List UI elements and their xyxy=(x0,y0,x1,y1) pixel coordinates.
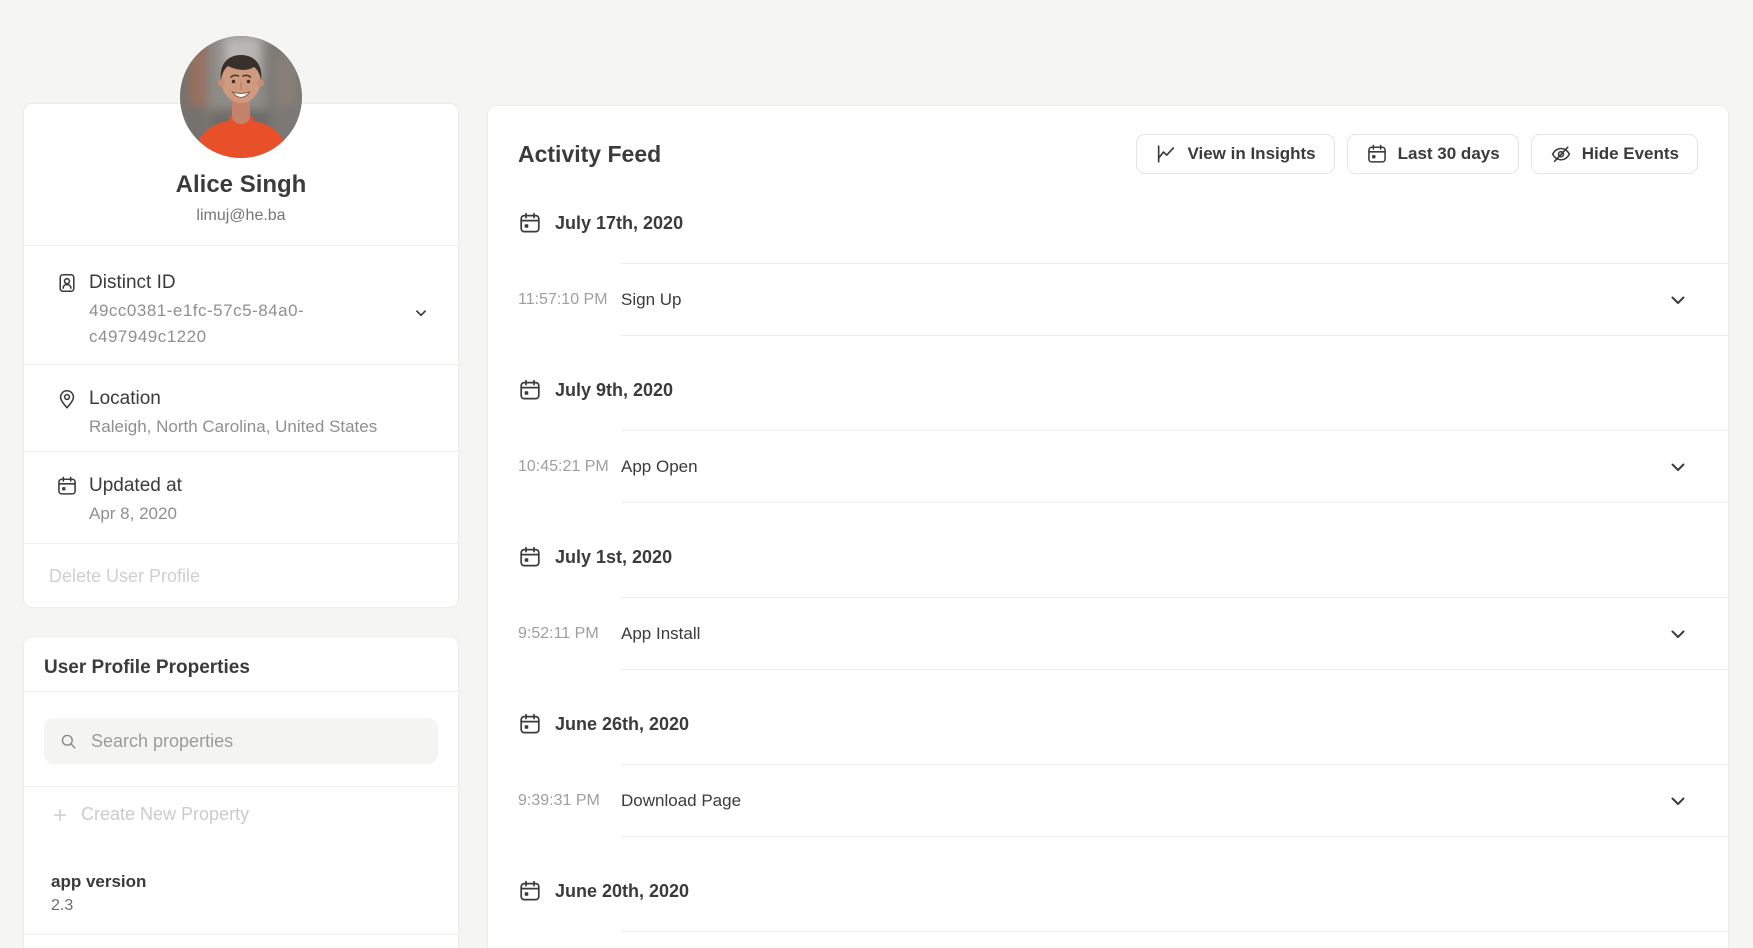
calendar-icon xyxy=(518,879,542,903)
event-row[interactable]: 10:45:21 PM App Open xyxy=(621,430,1728,503)
feed-date: July 9th, 2020 xyxy=(555,380,673,401)
property-name: app version xyxy=(51,871,438,892)
property-row[interactable]: app version 2.3 xyxy=(24,846,458,935)
calendar-icon xyxy=(518,378,542,402)
feed-date-header: July 1st, 2020 xyxy=(518,545,1698,569)
user-profile-properties-card: User Profile Properties Create New Prope… xyxy=(23,636,459,948)
feed-group: July 17th, 2020 11:57:10 PM Sign Up xyxy=(518,211,1698,336)
hide-events-label: Hide Events xyxy=(1582,144,1679,164)
distinct-id-label: Distinct ID xyxy=(89,271,354,294)
distinct-id-value: 49cc0381-e1fc-57c5-84a0-c497949c1220 xyxy=(89,298,354,350)
calendar-icon xyxy=(518,211,542,235)
event-time: 9:52:11 PM xyxy=(518,625,599,643)
calendar-icon xyxy=(518,712,542,736)
plus-icon xyxy=(51,806,69,824)
eye-off-icon xyxy=(1550,143,1572,165)
event-row[interactable]: 9:39:31 PM Download Page xyxy=(621,764,1728,837)
feed-date-header: June 26th, 2020 xyxy=(518,712,1698,736)
last-30-days-button[interactable]: Last 30 days xyxy=(1347,134,1519,174)
user-name: Alice Singh xyxy=(24,170,458,200)
detail-row-updated-at: Updated at Apr 8, 2020 xyxy=(24,451,458,543)
user-profile-card: Alice Singh limuj@he.ba Distinct ID 49cc… xyxy=(23,103,459,608)
calendar-icon xyxy=(56,475,78,497)
chevron-down-icon[interactable] xyxy=(1666,622,1690,646)
create-new-property-button[interactable]: Create New Property xyxy=(24,786,458,846)
location-pin-icon xyxy=(56,388,78,410)
feed-date: July 1st, 2020 xyxy=(555,547,672,568)
feed-date: June 26th, 2020 xyxy=(555,714,689,735)
feed-date: July 17th, 2020 xyxy=(555,213,683,234)
feed-group: July 9th, 2020 10:45:21 PM App Open xyxy=(518,378,1698,503)
feed-date: June 20th, 2020 xyxy=(555,881,689,902)
search-icon xyxy=(59,732,78,751)
event-name: Sign Up xyxy=(621,290,681,310)
event-time: 10:45:21 PM xyxy=(518,458,609,476)
id-badge-icon xyxy=(56,272,78,294)
event-row[interactable] xyxy=(621,931,1728,948)
chevron-down-icon[interactable] xyxy=(1666,455,1690,479)
location-label: Location xyxy=(89,387,377,410)
event-name: App Open xyxy=(621,457,698,477)
event-time: 9:39:31 PM xyxy=(518,792,600,810)
updated-at-value: Apr 8, 2020 xyxy=(89,501,182,527)
view-in-insights-label: View in Insights xyxy=(1187,144,1315,164)
feed-group: June 20th, 2020 xyxy=(518,879,1698,948)
feed-date-header: July 9th, 2020 xyxy=(518,378,1698,402)
chevron-down-icon[interactable] xyxy=(412,304,430,322)
hide-events-button[interactable]: Hide Events xyxy=(1531,134,1698,174)
search-properties-box[interactable] xyxy=(44,718,438,764)
delete-user-profile-button[interactable]: Delete User Profile xyxy=(24,543,458,608)
detail-row-location: Location Raleigh, North Carolina, United… xyxy=(24,364,458,451)
event-time: 11:57:10 PM xyxy=(518,291,608,309)
property-value: 2.3 xyxy=(51,896,438,916)
feed-group: June 26th, 2020 9:39:31 PM Download Page xyxy=(518,712,1698,837)
view-in-insights-button[interactable]: View in Insights xyxy=(1136,134,1334,174)
avatar-photo xyxy=(180,36,302,158)
user-email: limuj@he.ba xyxy=(24,206,458,225)
updated-at-label: Updated at xyxy=(89,474,182,497)
activity-feed-card: Activity Feed View in Insights Last 30 d… xyxy=(487,105,1729,948)
event-row[interactable]: 9:52:11 PM App Install xyxy=(621,597,1728,670)
create-new-property-label: Create New Property xyxy=(81,804,249,825)
feed-actions: View in Insights Last 30 days Hide Event… xyxy=(1136,134,1698,174)
feed-date-header: July 17th, 2020 xyxy=(518,211,1698,235)
properties-title: User Profile Properties xyxy=(44,657,438,679)
feed-date-header: June 20th, 2020 xyxy=(518,879,1698,903)
chevron-down-icon[interactable] xyxy=(1666,789,1690,813)
avatar xyxy=(180,36,302,158)
calendar-icon xyxy=(518,545,542,569)
chevron-down-icon[interactable] xyxy=(1666,288,1690,312)
last-30-days-label: Last 30 days xyxy=(1398,144,1500,164)
line-chart-icon xyxy=(1155,143,1177,165)
event-name: App Install xyxy=(621,624,700,644)
detail-row-distinct-id: Distinct ID 49cc0381-e1fc-57c5-84a0-c497… xyxy=(24,245,458,364)
feed-group: July 1st, 2020 9:52:11 PM App Install xyxy=(518,545,1698,670)
calendar-icon xyxy=(1366,143,1388,165)
location-value: Raleigh, North Carolina, United States xyxy=(89,414,377,440)
activity-feed-title: Activity Feed xyxy=(518,141,661,168)
search-properties-input[interactable] xyxy=(91,731,423,752)
event-row[interactable]: 11:57:10 PM Sign Up xyxy=(621,263,1728,336)
event-name: Download Page xyxy=(621,791,741,811)
